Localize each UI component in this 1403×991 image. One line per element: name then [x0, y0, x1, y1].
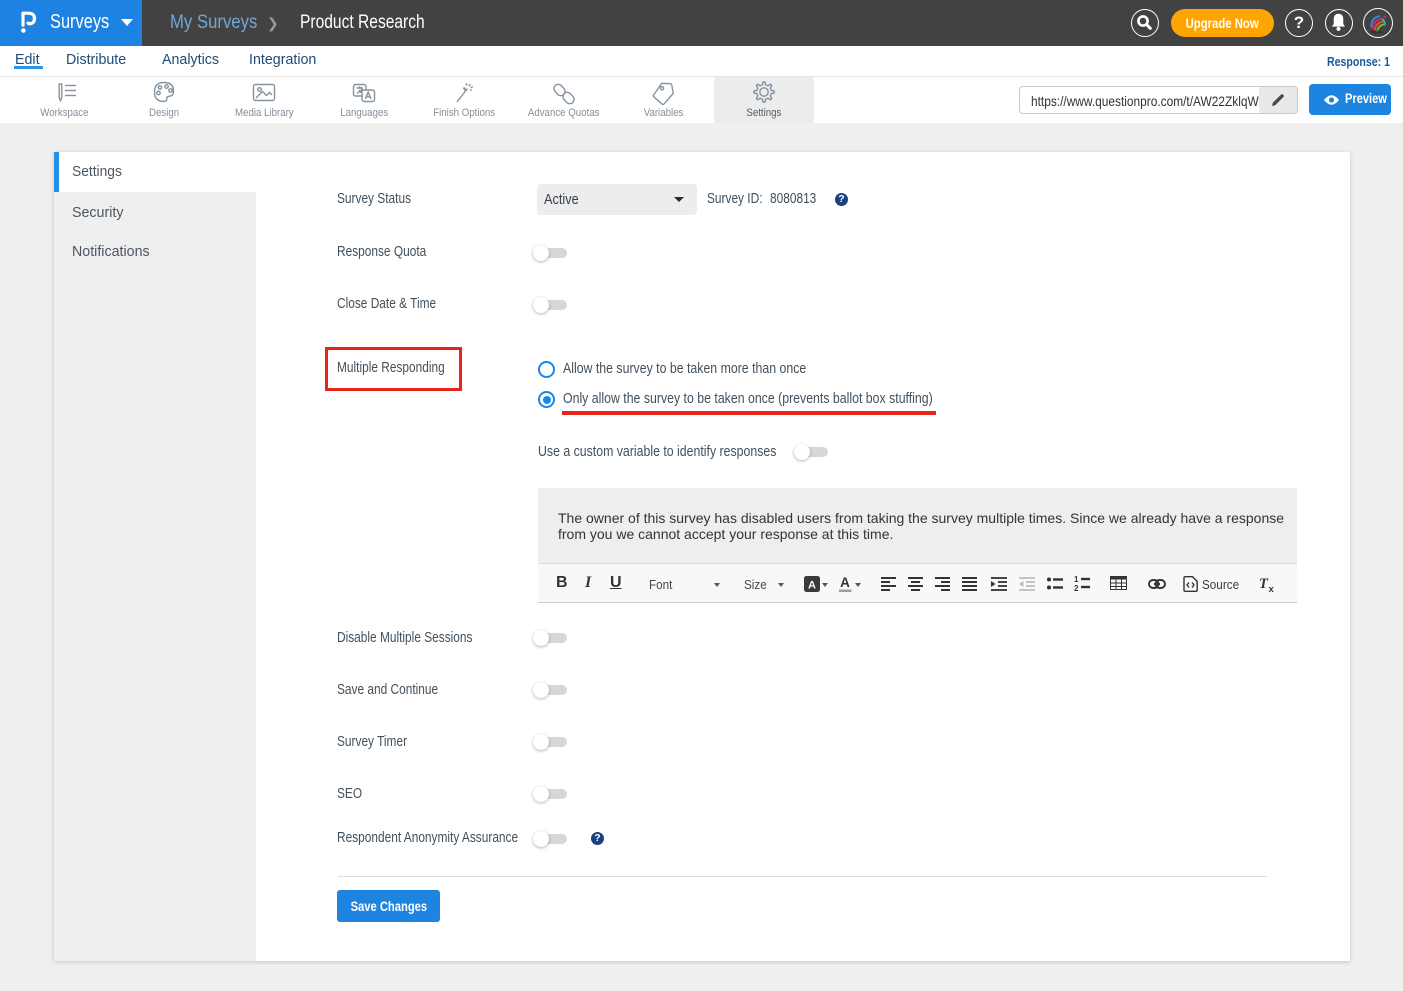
svg-text:A: A — [840, 575, 850, 590]
svg-text:T: T — [1259, 576, 1269, 592]
svg-text:x: x — [1269, 584, 1275, 593]
svg-text:A: A — [808, 580, 816, 592]
svg-text:1: 1 — [1074, 575, 1079, 584]
svg-text:2: 2 — [1074, 584, 1079, 592]
